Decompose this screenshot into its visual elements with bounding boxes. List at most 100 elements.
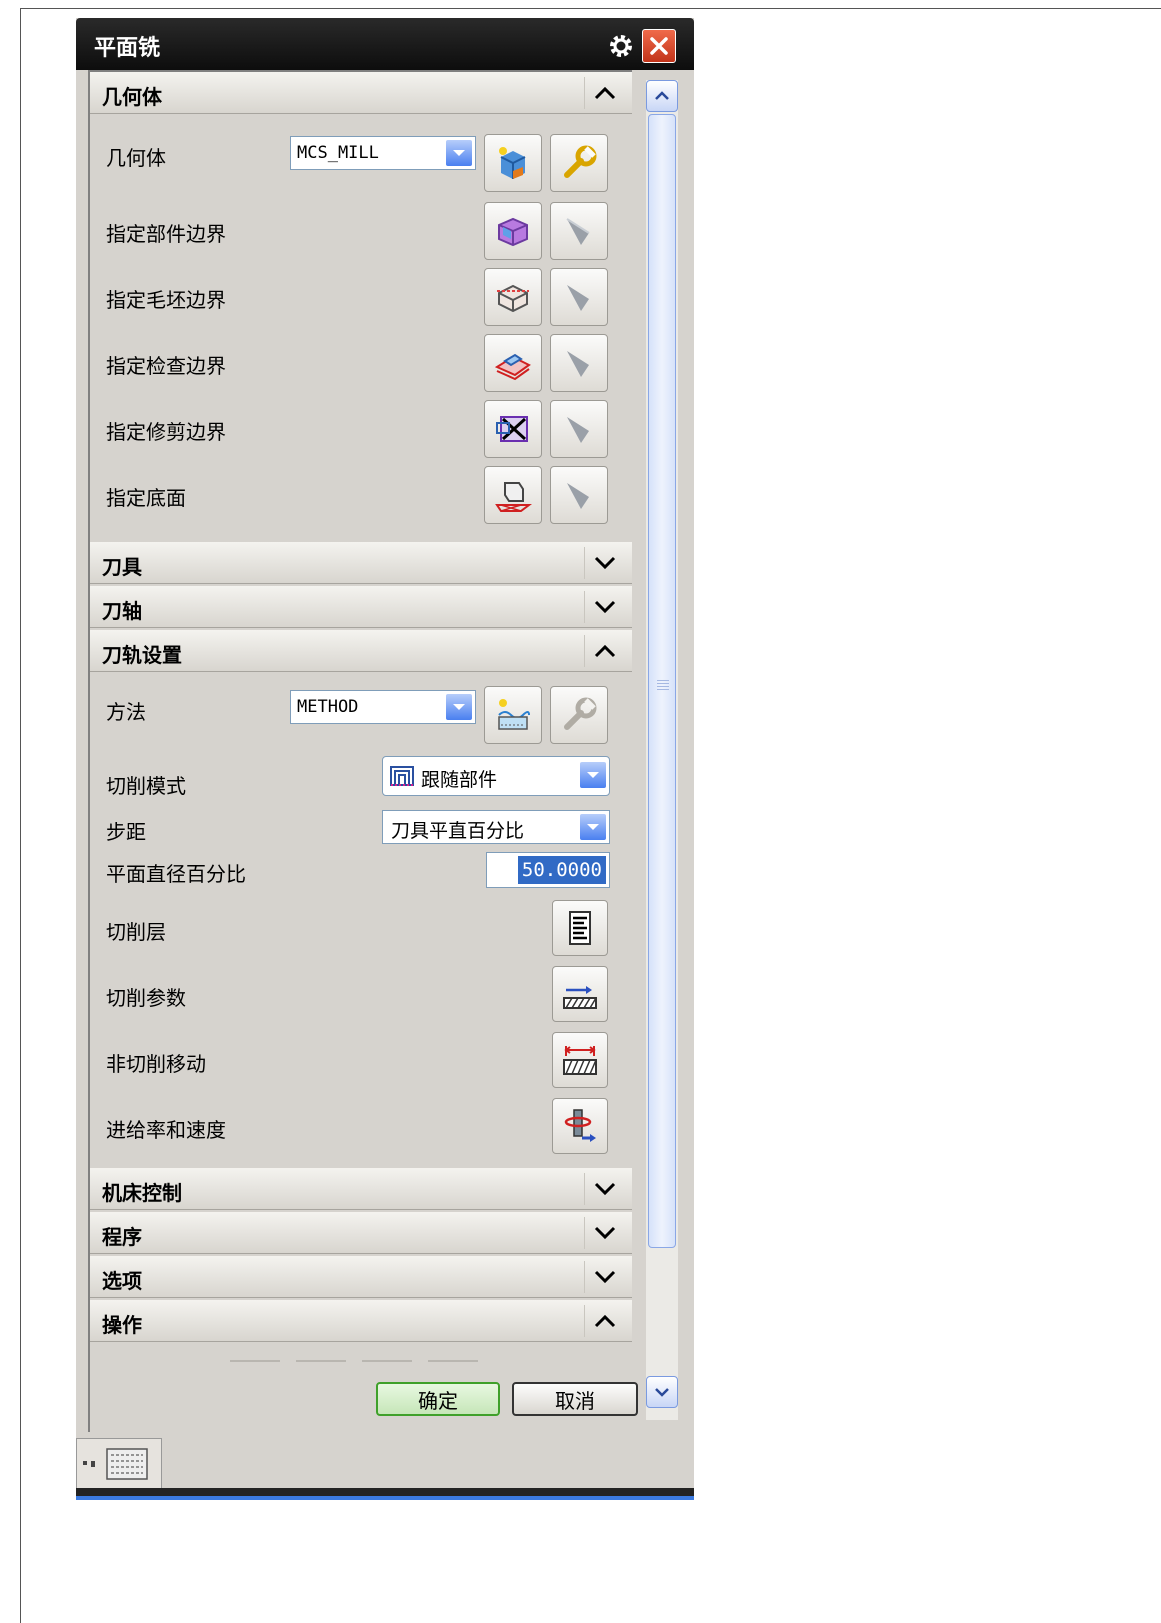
- flashlight-icon: [567, 417, 589, 443]
- cancel-button[interactable]: 取消: [512, 1382, 638, 1416]
- vertical-scrollbar[interactable]: [646, 80, 678, 1420]
- cut-levels-icon: [569, 911, 591, 945]
- display-trim-boundary-button[interactable]: [550, 400, 608, 458]
- gear-icon: [610, 35, 632, 57]
- input-tray[interactable]: [76, 1438, 162, 1490]
- flat-diameter-value: 50.0000: [517, 856, 606, 884]
- section-actions-header[interactable]: 操作: [90, 1300, 632, 1342]
- section-actions-toggle[interactable]: [584, 1305, 625, 1337]
- geometry-select-value: MCS_MILL: [297, 143, 379, 163]
- section-axis-title: 刀轴: [102, 599, 142, 623]
- section-program-header[interactable]: 程序: [90, 1212, 632, 1254]
- section-tool-toggle[interactable]: [584, 547, 625, 579]
- specify-check-boundary-button[interactable]: [484, 334, 542, 392]
- scroll-down-button[interactable]: [646, 1376, 678, 1408]
- scroll-thumb[interactable]: [648, 114, 676, 1248]
- stepover-label: 步距: [106, 820, 146, 844]
- flashlight-icon: [567, 285, 589, 311]
- stepover-value: 刀具平直百分比: [391, 820, 525, 842]
- edit-method-button[interactable]: [550, 686, 608, 744]
- section-tool-header[interactable]: 刀具: [90, 542, 632, 584]
- chevron-up-icon: [655, 91, 669, 100]
- feeds-speeds-icon: [564, 1109, 596, 1142]
- blank-boundary-label: 指定毛坯边界: [106, 288, 226, 312]
- section-geometry-title: 几何体: [102, 85, 162, 109]
- section-machine-control-title: 机床控制: [102, 1181, 182, 1205]
- chevron-down-icon: [594, 600, 616, 614]
- chevron-down-icon: [655, 1388, 669, 1397]
- scroll-up-button[interactable]: [646, 80, 678, 112]
- method-select[interactable]: METHOD: [290, 690, 476, 724]
- chevron-up-icon: [594, 644, 616, 658]
- flashlight-icon: [567, 483, 589, 509]
- section-program-toggle[interactable]: [584, 1217, 625, 1249]
- cut-pattern-select[interactable]: 跟随部件: [382, 756, 610, 796]
- ok-button[interactable]: 确定: [376, 1382, 500, 1416]
- geometry-label: 几何体: [106, 146, 166, 170]
- create-method-button[interactable]: [484, 686, 542, 744]
- geometry-select[interactable]: MCS_MILL: [290, 136, 476, 170]
- section-axis-header[interactable]: 刀轴: [90, 586, 632, 628]
- chevron-down-icon: [594, 1182, 616, 1196]
- chevron-down-icon[interactable]: [445, 139, 473, 167]
- cut-params-label: 切削参数: [106, 986, 186, 1010]
- edit-geometry-button[interactable]: [550, 134, 608, 192]
- stepover-select[interactable]: 刀具平直百分比: [382, 810, 610, 844]
- new-geometry-icon: [499, 147, 526, 179]
- section-machine-control-toggle[interactable]: [584, 1173, 625, 1205]
- specify-part-boundary-button[interactable]: [484, 202, 542, 260]
- chevron-down-icon[interactable]: [445, 693, 473, 721]
- specify-trim-boundary-button[interactable]: [484, 400, 542, 458]
- non-cutting-label: 非切削移动: [106, 1052, 206, 1076]
- part-boundary-label: 指定部件边界: [106, 222, 226, 246]
- method-select-value: METHOD: [297, 697, 359, 717]
- follow-part-icon: [390, 766, 414, 786]
- specify-floor-button[interactable]: [484, 466, 542, 524]
- non-cutting-icon: [563, 1046, 597, 1075]
- chevron-down-icon: [594, 1226, 616, 1240]
- settings-button[interactable]: [606, 31, 636, 61]
- flat-diameter-label: 平面直径百分比: [106, 862, 246, 886]
- wrench-icon: [564, 697, 597, 730]
- feeds-speeds-button[interactable]: [552, 1098, 608, 1154]
- section-actions-title: 操作: [102, 1313, 142, 1337]
- section-axis-toggle[interactable]: [584, 591, 625, 623]
- cut-levels-label: 切削层: [106, 920, 166, 944]
- dialog-body: 几何体 几何体 MCS_MILL 指定部件边界 指定毛坯边界 指定检查边界 指定…: [88, 70, 632, 1432]
- close-button[interactable]: [642, 29, 676, 63]
- section-path-settings-header[interactable]: 刀轨设置: [90, 630, 632, 672]
- floor-icon: [495, 482, 532, 512]
- display-floor-button[interactable]: [550, 466, 608, 524]
- section-geometry-header[interactable]: 几何体: [90, 72, 632, 114]
- chevron-down-icon: [594, 556, 616, 570]
- display-check-boundary-button[interactable]: [550, 334, 608, 392]
- chevron-down-icon[interactable]: [579, 761, 607, 789]
- dialog-title: 平面铣: [94, 36, 161, 61]
- create-geometry-button[interactable]: [484, 134, 542, 192]
- close-icon: [650, 37, 668, 55]
- section-geometry-toggle[interactable]: [584, 77, 625, 109]
- section-path-settings-toggle[interactable]: [584, 635, 625, 667]
- flat-diameter-input[interactable]: 50.0000: [486, 852, 610, 888]
- display-part-boundary-button[interactable]: [550, 202, 608, 260]
- chevron-down-icon[interactable]: [579, 813, 607, 841]
- section-options-header[interactable]: 选项: [90, 1256, 632, 1298]
- chevron-up-icon: [594, 86, 616, 100]
- trim-boundary-icon: [496, 416, 528, 442]
- method-label: 方法: [106, 700, 146, 724]
- cut-params-button[interactable]: [552, 966, 608, 1022]
- title-bar[interactable]: 平面铣: [76, 18, 694, 70]
- cut-pattern-value: 跟随部件: [421, 769, 498, 791]
- scroll-grip: [657, 680, 669, 690]
- display-blank-boundary-button[interactable]: [550, 268, 608, 326]
- non-cutting-button[interactable]: [552, 1032, 608, 1088]
- section-options-toggle[interactable]: [584, 1261, 625, 1293]
- check-boundary-label: 指定检查边界: [106, 354, 226, 378]
- specify-blank-boundary-button[interactable]: [484, 268, 542, 326]
- cut-levels-button[interactable]: [552, 900, 608, 956]
- section-options-title: 选项: [102, 1269, 142, 1293]
- chevron-down-icon: [594, 1270, 616, 1284]
- chevron-up-icon: [594, 1314, 616, 1328]
- section-machine-control-header[interactable]: 机床控制: [90, 1168, 632, 1210]
- part-boundary-icon: [498, 217, 528, 247]
